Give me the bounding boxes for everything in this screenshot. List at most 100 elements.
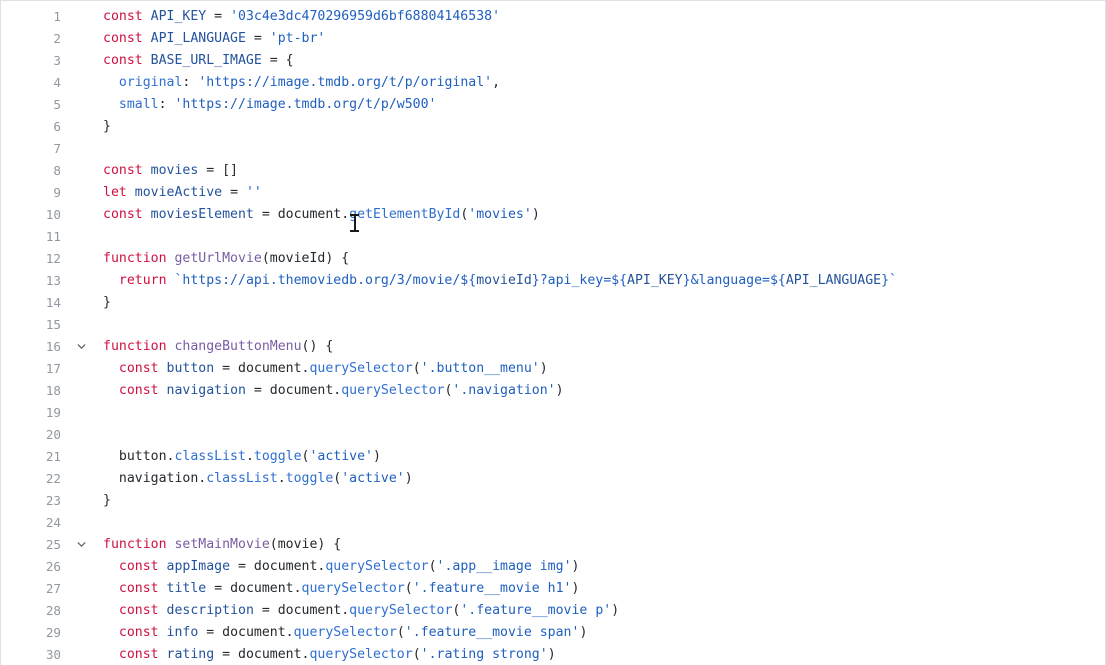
token-plain: = document. bbox=[230, 559, 326, 574]
line-number: 8 bbox=[53, 163, 61, 178]
token-keyword: const bbox=[118, 647, 159, 662]
token-plain: document. bbox=[277, 207, 350, 222]
token-plain: = [] bbox=[198, 163, 238, 178]
code-line[interactable]: 20 bbox=[1, 424, 1105, 446]
token-method: getElementById bbox=[349, 207, 461, 222]
token-plain: , bbox=[492, 75, 501, 90]
code-line-text: let movieActive = '' bbox=[103, 182, 262, 204]
token-plain: = document. bbox=[198, 625, 294, 640]
token-keyword: const bbox=[103, 207, 143, 222]
code-line[interactable]: 14} bbox=[1, 292, 1105, 314]
code-line-text: } bbox=[103, 292, 111, 314]
code-line[interactable]: 29 const info = document.querySelector('… bbox=[1, 622, 1105, 644]
code-line[interactable]: 24 bbox=[1, 512, 1105, 534]
code-line[interactable]: 21 button.classList.toggle('active') bbox=[1, 446, 1105, 468]
code-line-text: const API_KEY = '03c4e3dc470296959d6bf68… bbox=[103, 6, 500, 28]
code-line[interactable]: 10 const moviesElement = document.getElem… bbox=[1, 204, 1105, 226]
token-plain: . bbox=[245, 449, 254, 464]
line-number: 10 bbox=[45, 207, 61, 222]
line-number: 4 bbox=[53, 75, 61, 90]
token-string: }&language=${ bbox=[682, 273, 786, 288]
token-func: setMainMovie bbox=[174, 537, 270, 552]
code-line[interactable]: 28 const description = document.querySel… bbox=[1, 600, 1105, 622]
code-line[interactable]: 30 const rating = document.querySelector… bbox=[1, 644, 1105, 665]
code-line[interactable]: 15 bbox=[1, 314, 1105, 336]
token-string: 'active' bbox=[309, 449, 374, 464]
code-line[interactable]: 17 const button = document.querySelector… bbox=[1, 358, 1105, 380]
code-line[interactable]: 4 original: 'https://image.tmdb.org/t/p/… bbox=[1, 72, 1105, 94]
line-number: 30 bbox=[45, 647, 61, 662]
code-line[interactable]: 27 const title = document.querySelector(… bbox=[1, 578, 1105, 600]
code-line[interactable]: 16 function changeButtonMenu() { bbox=[1, 336, 1105, 358]
code-line-text: navigation.classList.toggle('active') bbox=[103, 468, 413, 490]
code-line-text: button.classList.toggle('active') bbox=[103, 446, 381, 468]
code-line[interactable]: 18 const navigation = document.querySele… bbox=[1, 380, 1105, 402]
token-ident: BASE_URL_IMAGE bbox=[150, 53, 262, 68]
token-interp: API_LANGUAGE bbox=[785, 273, 882, 288]
code-line[interactable]: 22 navigation.classList.toggle('active') bbox=[1, 468, 1105, 490]
code-line-text: function setMainMovie(movie) { bbox=[103, 534, 341, 556]
token-string: `https://api.themoviedb.org/3/movie/${ bbox=[174, 273, 477, 288]
code-line[interactable]: 19 bbox=[1, 402, 1105, 424]
code-line-text: const description = document.querySelect… bbox=[103, 600, 619, 622]
token-keyword: const bbox=[118, 625, 159, 640]
token-string: 'pt-br' bbox=[269, 31, 326, 46]
code-line[interactable]: 12 function getUrlMovie(movieId) { bbox=[1, 248, 1105, 270]
code-line[interactable]: 1 const API_KEY = '03c4e3dc470296959d6bf6… bbox=[1, 6, 1105, 28]
code-line[interactable]: 11 bbox=[1, 226, 1105, 248]
token-ident: movies bbox=[150, 163, 199, 178]
token-keyword: const bbox=[118, 603, 159, 618]
code-line[interactable]: 23} bbox=[1, 490, 1105, 512]
token-method: querySelector bbox=[309, 647, 413, 662]
token-ident: title bbox=[166, 581, 207, 596]
token-plain: } bbox=[103, 493, 111, 508]
token-keyword: const bbox=[118, 383, 159, 398]
token-string: '.feature__movie span' bbox=[404, 625, 580, 640]
line-number: 12 bbox=[45, 251, 61, 266]
token-plain: = bbox=[245, 31, 270, 46]
token-ident: API_LANGUAGE bbox=[150, 31, 246, 46]
token-plain: (movie) { bbox=[269, 537, 342, 552]
chevron-down-icon[interactable] bbox=[73, 534, 89, 556]
token-string: '.navigation' bbox=[452, 383, 556, 398]
code-line[interactable]: 8 const movies = [] bbox=[1, 160, 1105, 182]
line-number: 7 bbox=[53, 141, 61, 156]
code-line-text: const navigation = document.querySelecto… bbox=[103, 380, 564, 402]
line-number: 17 bbox=[45, 361, 61, 376]
code-line[interactable]: 5 small: 'https://image.tmdb.org/t/p/w50… bbox=[1, 94, 1105, 116]
token-plain: ) bbox=[611, 603, 620, 618]
code-line[interactable]: 9 let movieActive = '' bbox=[1, 182, 1105, 204]
code-line-text: function changeButtonMenu() { bbox=[103, 336, 333, 358]
token-string: '' bbox=[245, 185, 262, 200]
code-editor-viewport[interactable]: 1 const API_KEY = '03c4e3dc470296959d6bf6… bbox=[1, 1, 1105, 665]
code-line[interactable]: 3 const BASE_URL_IMAGE = { bbox=[1, 50, 1105, 72]
code-line[interactable]: 26 const appImage = document.querySelect… bbox=[1, 556, 1105, 578]
code-line[interactable]: 6} bbox=[1, 116, 1105, 138]
code-line[interactable]: 25 function setMainMovie(movie) { bbox=[1, 534, 1105, 556]
code-line-text: const moviesElement = document.getElemen… bbox=[103, 204, 540, 226]
token-string: '.app__image img' bbox=[436, 559, 572, 574]
token-plain: button. bbox=[103, 449, 175, 464]
code-line[interactable]: 2 const API_LANGUAGE = 'pt-br' bbox=[1, 28, 1105, 50]
chevron-down-icon[interactable] bbox=[73, 336, 89, 358]
code-line[interactable]: 13 return `https://api.themoviedb.org/3/… bbox=[1, 270, 1105, 292]
code-editor[interactable]: 1 const API_KEY = '03c4e3dc470296959d6bf6… bbox=[0, 0, 1106, 665]
token-keyword: let bbox=[103, 185, 127, 200]
token-keyword: return bbox=[118, 273, 167, 288]
token-string: }` bbox=[881, 273, 898, 288]
token-method: querySelector bbox=[293, 625, 397, 640]
code-line-text: small: 'https://image.tmdb.org/t/p/w500' bbox=[103, 94, 437, 116]
line-number: 25 bbox=[45, 537, 61, 552]
code-line-text: } bbox=[103, 490, 111, 512]
code-line[interactable]: 7 bbox=[1, 138, 1105, 160]
token-plain: ( bbox=[404, 581, 413, 596]
